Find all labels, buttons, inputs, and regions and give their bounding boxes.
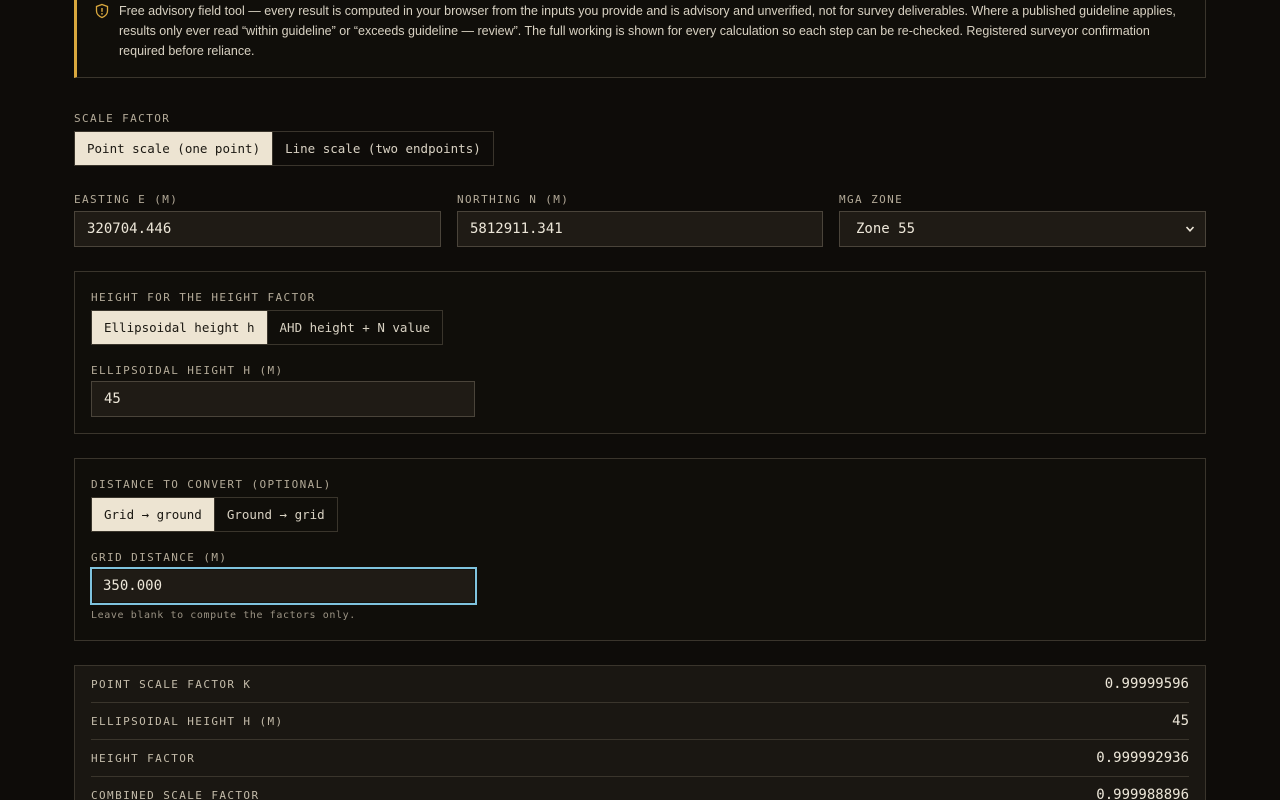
point-scale-option[interactable]: Point scale (one point) [75, 132, 273, 165]
grid-distance-hint: Leave blank to compute the factors only. [91, 610, 356, 621]
height-type-toggle: Ellipsoidal height h AHD height + N valu… [91, 310, 444, 345]
grid-distance-label: GRID DISTANCE (M) [91, 551, 228, 564]
result-row: HEIGHT FACTOR 0.999992936 [91, 740, 1189, 777]
ahd-height-option[interactable]: AHD height + N value [266, 311, 443, 344]
chevron-down-icon [1185, 226, 1195, 232]
result-label: HEIGHT FACTOR [91, 751, 196, 765]
grid-to-ground-option[interactable]: Grid → ground [92, 498, 214, 531]
result-value: 0.999992936 [1096, 750, 1189, 766]
page: Free advisory field tool — every result … [0, 0, 1280, 800]
ellipsoidal-height-option[interactable]: Ellipsoidal height h [92, 311, 267, 344]
zone-select-value: Zone 55 [856, 221, 916, 237]
zone-select[interactable]: Zone 55 [839, 211, 1206, 247]
distance-direction-toggle: Grid → ground Ground → grid [91, 497, 338, 532]
northing-label: NORTHING N (M) [457, 193, 570, 206]
result-value: 0.99999596 [1104, 676, 1189, 692]
advisory-text: Free advisory field tool — every result … [119, 4, 1176, 58]
result-value: 0.999988896 [1096, 787, 1189, 800]
height-factor-label: HEIGHT FOR THE HEIGHT FACTOR [91, 291, 316, 304]
grid-distance-input[interactable]: 350.000 [90, 567, 477, 605]
northing-input[interactable]: 5812911.341 [457, 211, 823, 247]
result-row: COMBINED SCALE FACTOR 0.999988896 [91, 777, 1189, 800]
advisory-banner: Free advisory field tool — every result … [74, 0, 1206, 78]
scale-factor-toggle: Point scale (one point) Line scale (two … [74, 131, 494, 166]
height-panel: HEIGHT FOR THE HEIGHT FACTOR Ellipsoidal… [74, 271, 1206, 434]
zone-label: MGA ZONE [839, 193, 904, 206]
ground-to-grid-option[interactable]: Ground → grid [213, 498, 337, 531]
results-panel: POINT SCALE FACTOR K 0.99999596 ELLIPSOI… [74, 665, 1206, 800]
shield-alert-icon [95, 3, 109, 19]
result-label: POINT SCALE FACTOR K [91, 677, 252, 691]
easting-label: EASTING E (M) [74, 193, 179, 206]
result-row: POINT SCALE FACTOR K 0.99999596 [91, 666, 1189, 703]
result-value: 45 [1172, 713, 1189, 729]
result-label: COMBINED SCALE FACTOR [91, 788, 260, 800]
ellipsoidal-height-input[interactable]: 45 [91, 381, 475, 417]
result-label: ELLIPSOIDAL HEIGHT H (M) [91, 714, 284, 728]
easting-input[interactable]: 320704.446 [74, 211, 441, 247]
distance-panel: DISTANCE TO CONVERT (OPTIONAL) Grid → gr… [74, 458, 1206, 641]
result-row: ELLIPSOIDAL HEIGHT H (M) 45 [91, 703, 1189, 740]
scale-factor-label: SCALE FACTOR [74, 112, 171, 125]
line-scale-option[interactable]: Line scale (two endpoints) [272, 132, 493, 165]
distance-convert-label: DISTANCE TO CONVERT (OPTIONAL) [91, 478, 332, 491]
ellipsoidal-height-label: ELLIPSOIDAL HEIGHT H (M) [91, 364, 284, 377]
